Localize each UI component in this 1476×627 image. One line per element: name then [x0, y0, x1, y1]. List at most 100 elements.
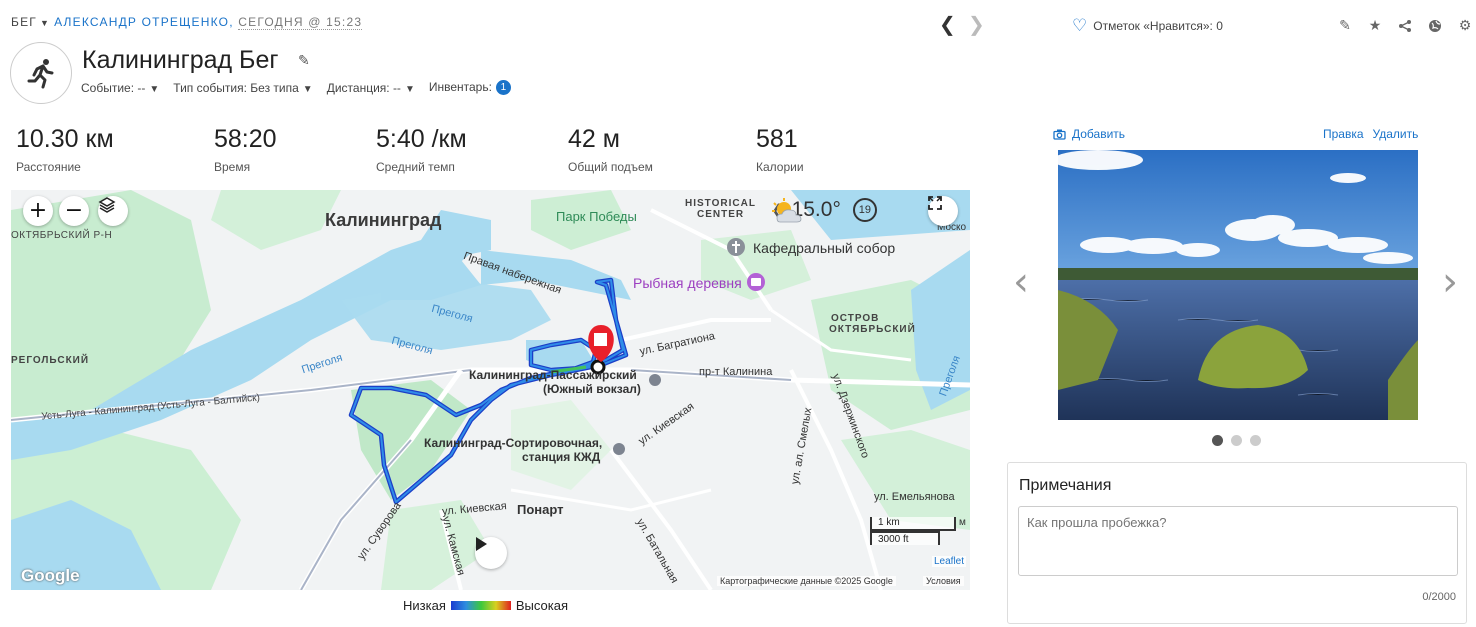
stat-pace: 5:40 /км Средний темп — [376, 125, 467, 174]
activity-title: Калининград Бег — [82, 46, 279, 74]
activity-type-label[interactable]: БЕГ — [11, 15, 37, 29]
map-label-island-2: ОКТЯБРЬСКИЙ — [829, 324, 916, 335]
star-icon[interactable]: ★ — [1366, 17, 1384, 35]
layers-icon — [98, 197, 116, 213]
chevron-down-icon[interactable]: ▼ — [40, 18, 50, 28]
map-label-emelyanova: ул. Емельянова — [874, 491, 955, 503]
expand-icon — [928, 196, 942, 210]
stat-value: 10.30 км — [16, 125, 114, 153]
add-photo-label: Добавить — [1072, 127, 1126, 141]
map-label-sort-station-sub: станция КЖД — [522, 450, 601, 464]
legend-low: Низкая — [403, 598, 446, 613]
activity-photo[interactable] — [1058, 150, 1418, 420]
map-scale: 1 km 3000 ft — [870, 517, 956, 545]
delete-photo-link[interactable]: Удалить — [1373, 127, 1419, 141]
photo-prev-icon[interactable]: ‹ — [1013, 262, 1029, 302]
finish-marker[interactable] — [594, 333, 607, 346]
notes-textarea[interactable] — [1018, 506, 1458, 576]
map-label-station-sub: (Южный вокзал) — [543, 382, 641, 396]
globe-icon[interactable] — [1426, 17, 1444, 35]
layers-button[interactable] — [98, 196, 128, 226]
gear-count-badge: 1 — [495, 80, 511, 96]
stat-value: 5:40 /км — [376, 125, 467, 153]
stat-value: 58:20 — [214, 125, 277, 153]
stat-time: 58:20 Время — [214, 125, 277, 174]
stat-label: Калории — [756, 160, 804, 174]
event-type-dropdown-label: Тип события: Без типа — [173, 80, 299, 95]
map-label-cathedral: Кафедральный собор — [753, 240, 896, 256]
scale-ft: 3000 ft — [870, 531, 940, 545]
gear-link[interactable]: Инвентарь: 1 — [428, 80, 511, 96]
map-label-regolsky: РЕГОЛЬСКИЙ — [11, 355, 90, 366]
author-link[interactable]: АЛЕКСАНДР ОТРЕЩЕНКО, — [54, 15, 234, 29]
google-logo: Google — [21, 566, 80, 585]
stat-elevation: 42 м Общий подъем — [568, 125, 653, 174]
activity-properties: Событие: -- ▼ Тип события: Без типа ▼ Дист… — [81, 80, 511, 96]
map-label-center: CENTER — [697, 209, 745, 220]
notes-panel: Примечания 0/2000 — [1007, 462, 1467, 624]
likes-count: Отметок «Нравится»: 0 — [1093, 19, 1223, 33]
add-photo-button[interactable]: Добавить — [1053, 127, 1125, 141]
event-type-dropdown[interactable]: Тип события: Без типа ▼ — [173, 81, 312, 95]
gear-label: Инвентарь: — [428, 80, 492, 94]
legend-gradient — [450, 601, 511, 610]
leaflet-link[interactable]: Leaflet — [932, 556, 967, 567]
map-label-island-1: ОСТРОВ — [831, 313, 880, 324]
edit-title-icon[interactable]: ✎ — [298, 53, 310, 69]
scale-m-label: м — [959, 517, 966, 528]
legend-high: Высокая — [515, 598, 568, 613]
photo-pagination — [1212, 435, 1261, 446]
fullscreen-button[interactable] — [928, 196, 958, 226]
distance-dropdown[interactable]: Дистанция: -- ▼ — [327, 81, 415, 95]
next-activity-icon[interactable]: ❯ — [968, 14, 985, 34]
photo-next-icon[interactable]: › — [1442, 262, 1458, 302]
weather-widget: ❮ 15.0° 19 — [771, 198, 877, 223]
photo-actions: Правка Удалить — [1323, 127, 1418, 141]
likes-button[interactable]: ♡ Отметок «Нравится»: 0 — [1072, 18, 1223, 35]
map-attribution: Картографические данные ©2025 Google — [717, 576, 896, 586]
play-icon — [476, 537, 487, 551]
stat-value: 581 — [756, 125, 798, 153]
toolbar: ✎ ★ ⚙ — [1336, 17, 1474, 35]
notes-char-counter: 0/2000 — [1422, 591, 1456, 603]
stat-distance: 10.30 км Расстояние — [16, 125, 114, 174]
share-icon[interactable] — [1396, 17, 1414, 35]
map-label-station: Калининград-Пассажирский — [469, 368, 637, 382]
stat-value: 42 м — [568, 125, 620, 153]
stat-label: Общий подъем — [568, 160, 653, 174]
play-route-button[interactable] — [475, 537, 507, 569]
map-label-kalinina: пр-т Калинина — [699, 366, 773, 378]
zoom-in-button[interactable]: + — [23, 196, 53, 226]
elevation-legend: Низкая Высокая — [403, 598, 568, 613]
map-label-historical: HISTORICAL — [685, 198, 756, 209]
edit-photo-link[interactable]: Правка — [1323, 127, 1364, 141]
map-label-district: ОКТЯБРЬСКИЙ Р-Н — [11, 230, 113, 241]
map-terms-link[interactable]: Условия — [923, 576, 964, 586]
activity-type-avatar — [10, 42, 72, 104]
route-map[interactable]: Калининград ОКТЯБРЬСКИЙ Р-Н Парк Победы … — [11, 190, 970, 590]
scale-km: 1 km — [870, 517, 956, 531]
photo-dot[interactable] — [1250, 435, 1261, 446]
camera-icon — [1053, 129, 1066, 140]
map-label-ponart: Понарт — [517, 502, 564, 517]
stat-label: Расстояние — [16, 160, 81, 174]
map-label-sort-station: Калининград-Сортировочная, — [424, 436, 603, 450]
photo-dot[interactable] — [1212, 435, 1223, 446]
notes-title: Примечания — [1019, 477, 1112, 494]
gear-icon[interactable]: ⚙ — [1456, 17, 1474, 35]
caret-down-icon: ▼ — [149, 83, 160, 95]
breadcrumb: БЕГ ▼ АЛЕКСАНДР ОТРЕЩЕНКО, СЕГОДНЯ @ 15:23 — [11, 15, 363, 30]
distance-dropdown-label: Дистанция: -- — [326, 80, 401, 95]
zoom-out-button[interactable]: − — [59, 196, 89, 226]
photo-dot[interactable] — [1231, 435, 1242, 446]
wind-speed-badge: 19 — [852, 198, 877, 222]
partly-cloudy-icon — [772, 198, 802, 223]
event-dropdown[interactable]: Событие: -- ▼ — [81, 81, 159, 95]
caret-down-icon: ▼ — [404, 83, 415, 95]
previous-activity-icon[interactable]: ❮ — [939, 14, 956, 34]
event-dropdown-label: Событие: -- — [81, 80, 146, 95]
pencil-icon[interactable]: ✎ — [1336, 17, 1354, 35]
wind-speed-value: 19 — [858, 204, 871, 216]
activity-date[interactable]: СЕГОДНЯ @ 15:23 — [238, 15, 363, 30]
stat-calories: 581 Калории — [756, 125, 804, 174]
